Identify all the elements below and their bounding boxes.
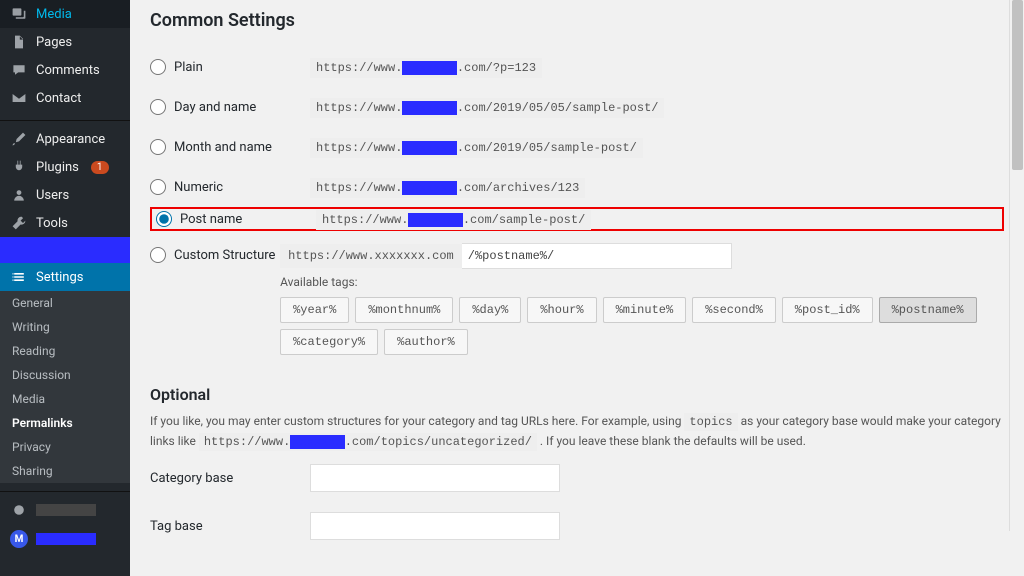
media-icon [10, 6, 28, 22]
sidebar-item-tools[interactable]: Tools [0, 209, 130, 237]
tag-hour[interactable]: %hour% [527, 297, 596, 323]
sidebar-item-users[interactable]: Users [0, 181, 130, 209]
sidebar-item-extra[interactable] [0, 496, 130, 524]
sidebar-item-contact[interactable]: Contact [0, 84, 130, 112]
radio-custom[interactable] [150, 247, 166, 263]
tag-day[interactable]: %day% [459, 297, 521, 323]
radio-label[interactable]: Day and name [174, 100, 256, 115]
comment-icon [10, 62, 28, 78]
plug-icon [10, 159, 28, 175]
main-content: Common Settings Plain https://www.xxxxxx… [130, 0, 1024, 576]
radio-plain[interactable] [150, 59, 166, 75]
option-numeric: Numeric https://www.xxxxxxx.com/archives… [150, 167, 1004, 207]
example-url: https://www.xxxxxxx.com/2019/05/sample-p… [310, 140, 643, 155]
plugin-icon [10, 502, 28, 518]
sidebar-item-label: Settings [36, 270, 83, 285]
example-url: https://www.xxxxxxx.com/sample-post/ [316, 212, 591, 227]
sidebar-item-plugins[interactable]: Plugins 1 [0, 153, 130, 181]
radio-label[interactable]: Plain [174, 60, 203, 75]
custom-structure-input-group: https://www.xxxxxxx.com [280, 243, 1004, 269]
category-base-input[interactable] [310, 464, 560, 492]
radio-label[interactable]: Numeric [174, 180, 223, 195]
avatar-icon: M [10, 530, 28, 548]
submenu-permalinks[interactable]: Permalinks [0, 411, 130, 435]
tag-base-row: Tag base [150, 500, 1004, 548]
vertical-scrollbar[interactable] [1009, 0, 1024, 531]
example-url: https://www.xxxxxxx.com/2019/05/05/sampl… [310, 100, 664, 115]
option-post-name: Post name https://www.xxxxxxx.com/sample… [150, 207, 1004, 231]
radio-monthname[interactable] [150, 139, 166, 155]
submenu-writing[interactable]: Writing [0, 315, 130, 339]
available-tags: %year% %monthnum% %day% %hour% %minute% … [280, 297, 1004, 355]
radio-label[interactable]: Custom Structure [174, 248, 275, 263]
radio-numeric[interactable] [150, 179, 166, 195]
tag-category[interactable]: %category% [280, 329, 378, 355]
sidebar-item-label: Users [36, 188, 69, 203]
tag-base-input[interactable] [310, 512, 560, 540]
sidebar-item-label: Media [36, 7, 72, 22]
page-heading: Common Settings [150, 10, 1004, 31]
redacted-label [36, 504, 96, 516]
sidebar-item-label: Pages [36, 35, 72, 50]
sidebar-separator [0, 487, 130, 492]
wrench-icon [10, 215, 28, 231]
tag-author[interactable]: %author% [384, 329, 468, 355]
sidebar-separator [0, 116, 130, 121]
example-url: https://www.xxxxxxx.com/archives/123 [310, 180, 585, 195]
category-base-label: Category base [150, 471, 310, 486]
submenu-sharing[interactable]: Sharing [0, 459, 130, 483]
sidebar-item-comments[interactable]: Comments [0, 56, 130, 84]
radio-label[interactable]: Post name [180, 212, 242, 227]
tag-postname[interactable]: %postname% [879, 297, 977, 323]
radio-dayname[interactable] [150, 99, 166, 115]
option-custom-structure: Custom Structure https://www.xxxxxxx.com… [150, 231, 1004, 367]
submenu-media[interactable]: Media [0, 387, 130, 411]
optional-description: If you like, you may enter custom struct… [150, 412, 1004, 452]
sidebar-item-label: Appearance [36, 132, 105, 147]
submenu-discussion[interactable]: Discussion [0, 363, 130, 387]
option-day-and-name: Day and name https://www.xxxxxxx.com/201… [150, 87, 1004, 127]
plugins-badge: 1 [91, 161, 109, 174]
settings-submenu: General Writing Reading Discussion Media… [0, 291, 130, 483]
tag-post-id[interactable]: %post_id% [782, 297, 873, 323]
tag-base-label: Tag base [150, 519, 310, 534]
custom-prefix: https://www.xxxxxxx.com [280, 244, 462, 268]
sidebar-item-label: Plugins [36, 160, 79, 175]
brush-icon [10, 131, 28, 147]
settings-icon [10, 269, 28, 285]
user-icon [10, 187, 28, 203]
page-icon [10, 34, 28, 50]
tag-monthnum[interactable]: %monthnum% [355, 297, 453, 323]
sidebar-item-media[interactable]: Media [0, 0, 130, 28]
available-tags-label: Available tags: [280, 275, 1004, 289]
sidebar-item-label: Comments [36, 63, 100, 78]
submenu-general[interactable]: General [0, 291, 130, 315]
option-plain: Plain https://www.xxxxxxx.com/?p=123 [150, 47, 1004, 87]
example-url: https://www.xxxxxxx.com/?p=123 [310, 60, 542, 75]
mail-icon [10, 90, 28, 106]
redacted-label [36, 533, 96, 545]
tag-year[interactable]: %year% [280, 297, 349, 323]
custom-structure-input[interactable] [462, 243, 732, 269]
sidebar-item-appearance[interactable]: Appearance [0, 125, 130, 153]
tag-second[interactable]: %second% [692, 297, 776, 323]
tag-minute[interactable]: %minute% [603, 297, 687, 323]
radio-label[interactable]: Month and name [174, 140, 272, 155]
radio-postname[interactable] [156, 211, 172, 227]
sidebar-item-label: Contact [36, 91, 81, 106]
submenu-privacy[interactable]: Privacy [0, 435, 130, 459]
scrollbar-thumb[interactable] [1012, 0, 1023, 170]
sidebar-item-profile[interactable]: M [0, 524, 130, 554]
sidebar-item-pages[interactable]: Pages [0, 28, 130, 56]
sidebar-item-label: Tools [36, 216, 68, 231]
sidebar-item-settings[interactable]: Settings [0, 263, 130, 291]
submenu-reading[interactable]: Reading [0, 339, 130, 363]
sidebar-item-redacted[interactable] [0, 237, 130, 263]
option-month-and-name: Month and name https://www.xxxxxxx.com/2… [150, 127, 1004, 167]
admin-sidebar: Media Pages Comments Contact Appearance … [0, 0, 130, 576]
category-base-row: Category base [150, 452, 1004, 500]
optional-heading: Optional [150, 385, 1004, 404]
